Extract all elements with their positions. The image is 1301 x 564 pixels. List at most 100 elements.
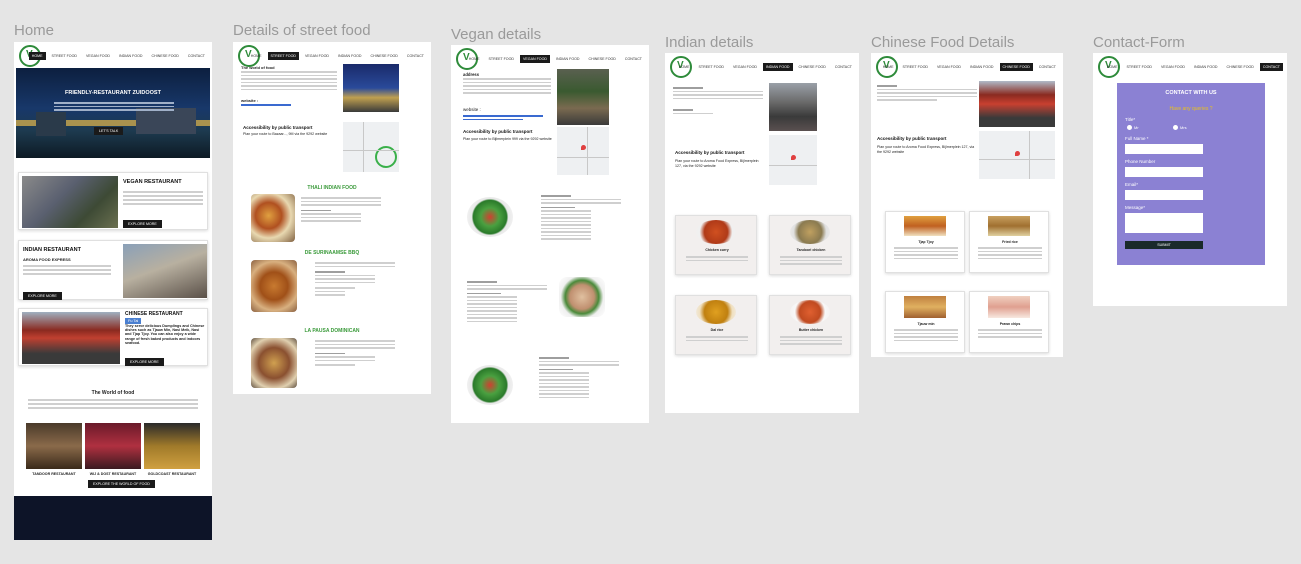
- frame-label-home: Home: [14, 22, 55, 39]
- hero-talk-button[interactable]: LET'S TALK: [94, 127, 124, 135]
- dish-card-2[interactable]: Tandoori chicken: [769, 215, 851, 275]
- indian-title: INDIAN RESTAURANT: [23, 247, 81, 253]
- nav-home[interactable]: HOME: [676, 63, 693, 71]
- fullname-input[interactable]: [1125, 144, 1203, 154]
- chinese-dish-3-name: Tjauw min: [917, 322, 935, 326]
- submit-button[interactable]: SUBMIT: [1125, 241, 1203, 249]
- dish-3-name: Dal rice: [710, 328, 724, 332]
- nav-chinese-food[interactable]: CHINESE FOOD: [586, 55, 619, 63]
- nav-home[interactable]: HOME: [466, 55, 483, 63]
- nav-street-food[interactable]: STREET FOOD: [1124, 63, 1156, 71]
- salad-image: [467, 197, 513, 237]
- nav-street-food[interactable]: STREET FOOD: [486, 55, 518, 63]
- chinese-dish-card-1[interactable]: Tjap Tjoy: [885, 211, 965, 273]
- nav-indian-food[interactable]: INDIAN FOOD: [762, 63, 793, 71]
- nav-vegan-food[interactable]: VEGAN FOOD: [730, 63, 760, 71]
- nav-chinese-food[interactable]: CHINESE FOOD: [149, 52, 182, 60]
- section-thali: THALI INDIAN FOOD: [307, 185, 357, 191]
- nav-street-food[interactable]: STREET FOOD: [696, 63, 728, 71]
- tandoor-image: [26, 423, 82, 469]
- nav-indian-food[interactable]: INDIAN FOOD: [335, 52, 365, 60]
- nav-home[interactable]: HOME: [1104, 63, 1121, 71]
- nav-chinese-food[interactable]: CHINESE FOOD: [796, 63, 829, 71]
- dominican-image: [251, 338, 297, 388]
- dish-card-4[interactable]: Butter chicken: [769, 295, 851, 355]
- nav-indian-food[interactable]: INDIAN FOOD: [967, 63, 997, 71]
- street-map[interactable]: [343, 122, 399, 172]
- nav-chinese-food[interactable]: CHINESE FOOD: [1224, 63, 1257, 71]
- tandoor-label: TANDOOR RESTAURANT: [32, 472, 76, 476]
- nav-indian-food[interactable]: INDIAN FOOD: [1191, 63, 1221, 71]
- nav-vegan-food[interactable]: VEGAN FOOD: [83, 52, 113, 60]
- chinese-building-image: [979, 81, 1055, 127]
- chinese-body: They serve delicious Dumplings and Chine…: [125, 324, 205, 345]
- dish-card-1[interactable]: Chicken curry: [675, 215, 757, 275]
- nav-indian-food[interactable]: INDIAN FOOD: [116, 52, 146, 60]
- goldcoast-label: GOLDCOAST RESTAURANT: [147, 472, 197, 476]
- footer: [14, 496, 212, 540]
- chinese-explore-button[interactable]: EXPLORE MORE: [125, 358, 164, 366]
- nav-street-food[interactable]: STREET FOOD: [900, 63, 932, 71]
- message-textarea[interactable]: [1125, 213, 1203, 233]
- chinese-restaurant-image: [22, 312, 120, 364]
- section-surinaamse: DE SURINAAMSE BBQ: [304, 250, 360, 256]
- street-website-link[interactable]: [241, 104, 291, 106]
- nav-home[interactable]: HOME: [248, 52, 265, 60]
- dish-card-3[interactable]: Dal rice: [675, 295, 757, 355]
- nav-indian-food[interactable]: INDIAN FOOD: [553, 55, 583, 63]
- nav-vegan-food[interactable]: VEGAN FOOD: [934, 63, 964, 71]
- nav-contact[interactable]: CONTACT: [832, 63, 855, 71]
- dish-1-image: [696, 220, 736, 244]
- radio-mr[interactable]: [1127, 125, 1132, 130]
- email-input[interactable]: [1125, 190, 1203, 200]
- indian-explore-button[interactable]: EXPLORE MORE: [23, 292, 62, 300]
- nav-vegan-food[interactable]: VEGAN FOOD: [1158, 63, 1188, 71]
- dish-4-image: [790, 300, 830, 324]
- nav-chinese-food[interactable]: CHINESE FOOD: [999, 63, 1033, 71]
- nav-home[interactable]: HOME: [880, 63, 897, 71]
- fullname-label: Full Name *: [1125, 136, 1149, 141]
- chinese-access-title: Accessibility by public transport: [877, 136, 947, 141]
- nav-contact[interactable]: CONTACT: [404, 52, 427, 60]
- dish-2-image: [790, 220, 830, 244]
- phone-input[interactable]: [1125, 167, 1203, 177]
- nav-contact[interactable]: CONTACT: [622, 55, 645, 63]
- indian-navbar: HOME STREET FOOD VEGAN FOOD INDIAN FOOD …: [665, 53, 859, 83]
- nav-contact[interactable]: CONTACT: [185, 52, 208, 60]
- street-website-label: website :: [241, 98, 259, 103]
- nav-contact[interactable]: CONTACT: [1259, 63, 1283, 71]
- radio-mrs[interactable]: [1173, 125, 1178, 130]
- chinese-dish-card-3[interactable]: Tjauw min: [885, 291, 965, 353]
- indian-building-image: [769, 83, 817, 131]
- nav-chinese-food[interactable]: CHINESE FOOD: [368, 52, 401, 60]
- indian-restaurant-image: [123, 244, 207, 298]
- nav-vegan-food[interactable]: VEGAN FOOD: [302, 52, 332, 60]
- wrap-image: [559, 277, 605, 317]
- contact-question: Have any queries ?: [1169, 106, 1213, 112]
- nav-street-food[interactable]: STREET FOOD: [49, 52, 81, 60]
- vegan-map[interactable]: [557, 127, 609, 175]
- nav-vegan-food[interactable]: VEGAN FOOD: [520, 55, 550, 63]
- contact-frame: HOME STREET FOOD VEGAN FOOD INDIAN FOOD …: [1093, 53, 1287, 306]
- indian-map[interactable]: [769, 135, 817, 185]
- indian-access-sub: Plan your route to Aroma Food Express, B…: [675, 159, 759, 168]
- chinese-dish-card-4[interactable]: Prawn chips: [969, 291, 1049, 353]
- chinese-access-sub: Plan your route to Aroma Food Express, B…: [877, 145, 975, 154]
- nav-contact[interactable]: CONTACT: [1036, 63, 1059, 71]
- frame-label-street: Details of street food: [233, 22, 371, 39]
- nav-home[interactable]: HOME: [28, 52, 46, 60]
- chinese-map[interactable]: [979, 131, 1055, 179]
- chinese-dish-1-name: Tjap Tjoy: [918, 240, 934, 244]
- phone-label: Phone Number: [1125, 159, 1156, 164]
- chinese-title: CHINESE RESTAURANT: [125, 311, 183, 317]
- frame-label-chinese: Chinese Food Details: [871, 34, 1015, 51]
- vegan-title: VEGAN RESTAURANT: [123, 179, 182, 185]
- frame-label-contact: Contact-Form: [1093, 34, 1185, 51]
- vegan-building-image: [557, 69, 609, 125]
- nav-street-food[interactable]: STREET FOOD: [267, 52, 299, 60]
- vegan-explore-button[interactable]: EXPLORE MORE: [123, 220, 162, 228]
- explore-world-button[interactable]: EXPLORE THE WORLD OF FOOD: [88, 480, 155, 488]
- radio-mrs-label: Mrs: [1180, 125, 1187, 130]
- chinese-dish-card-2[interactable]: Fried rice: [969, 211, 1049, 273]
- vegan-restaurant-image: [22, 176, 118, 228]
